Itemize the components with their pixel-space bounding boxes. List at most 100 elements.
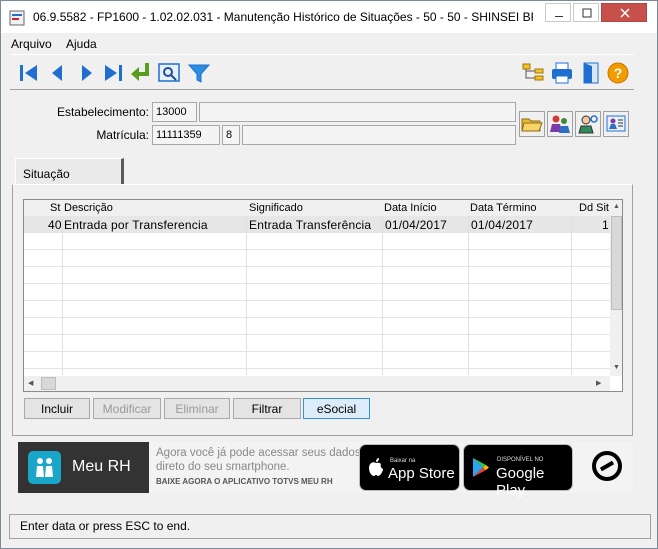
meu-rh-brand: Meu RH: [18, 442, 149, 493]
meu-rh-logo-icon: [28, 451, 61, 484]
scroll-left-icon[interactable]: ◀: [28, 379, 33, 387]
google-play-button[interactable]: DISPONÍVEL NO Google Play: [463, 444, 573, 499]
table-row[interactable]: [24, 301, 610, 318]
people-icon: [550, 115, 570, 133]
banner-line-3: BAIXE AGORA O APLICATIVO TOTVS MEU RH: [156, 477, 333, 486]
print-icon[interactable]: [549, 60, 575, 86]
situacao-grid[interactable]: St Descrição Significado Data Início Dat…: [23, 199, 623, 392]
tree-icon[interactable]: [520, 60, 546, 86]
filter-icon[interactable]: [186, 60, 212, 86]
apple-icon: [369, 458, 383, 476]
help-icon[interactable]: ?: [605, 60, 631, 86]
person-detail-icon: [606, 115, 626, 132]
incluir-button[interactable]: Incluir: [24, 398, 90, 419]
toolbar: ?: [10, 54, 634, 90]
matricula-name-field: [242, 125, 516, 145]
esocial-button[interactable]: eSocial: [303, 398, 370, 419]
table-row[interactable]: [24, 267, 610, 284]
modificar-button[interactable]: Modificar: [93, 398, 161, 419]
column-divider: [571, 216, 572, 375]
title-bar: 06.9.5582 - FP1600 - 1.02.02.031 - Manut…: [1, 1, 657, 33]
first-record-icon[interactable]: [16, 60, 42, 86]
table-row[interactable]: [24, 352, 610, 369]
vertical-scrollbar[interactable]: ▲ ▼: [610, 200, 622, 376]
estabelecimento-label: Estabelecimento:: [56, 105, 149, 119]
app-store-label: App Store: [388, 465, 455, 482]
close-icon: [620, 8, 630, 18]
return-icon[interactable]: [128, 60, 154, 86]
col-header-significado[interactable]: Significado: [249, 202, 303, 214]
google-play-icon: [473, 458, 489, 477]
google-play-label: Google Play: [496, 465, 545, 499]
estabelecimento-field[interactable]: 13000: [152, 102, 197, 122]
exit-icon[interactable]: [578, 60, 604, 86]
google-play-small-text: DISPONÍVEL NO: [497, 457, 544, 463]
search-icon[interactable]: [156, 60, 182, 86]
horizontal-scrollbar[interactable]: ◀ ▶: [24, 376, 610, 391]
app-store-button[interactable]: Baixar na App Store: [359, 444, 460, 491]
grid-header: St Descrição Significado Data Início Dat…: [24, 200, 622, 216]
cell-data-termino: 01/04/2017: [471, 218, 534, 232]
table-row[interactable]: [24, 233, 610, 250]
filtrar-button[interactable]: Filtrar: [233, 398, 301, 419]
matricula-label: Matrícula:: [96, 128, 149, 142]
window-title: 06.9.5582 - FP1600 - 1.02.02.031 - Manut…: [33, 10, 533, 24]
scroll-up-icon[interactable]: ▲: [613, 203, 620, 210]
status-bar: Enter data or press ESC to end.: [9, 514, 651, 539]
banner-line-2: direto do seu smartphone.: [156, 461, 290, 473]
menu-bar: Arquivo Ajuda: [9, 34, 649, 53]
table-row[interactable]: 40 Entrada por Transferencia Entrada Tra…: [24, 216, 610, 233]
scroll-down-icon[interactable]: ▼: [613, 364, 620, 371]
person-detail-button[interactable]: [603, 111, 629, 137]
horizontal-scroll-thumb[interactable]: [41, 377, 56, 390]
table-row[interactable]: [24, 318, 610, 335]
menu-arquivo[interactable]: Arquivo: [11, 37, 52, 51]
minimize-icon: [555, 16, 563, 17]
banner-line-1: Agora você já pode acessar seus dados: [156, 447, 361, 459]
column-divider: [246, 216, 247, 375]
col-header-st[interactable]: St: [50, 202, 60, 214]
maximize-icon: [582, 8, 592, 18]
person-search-icon: [578, 115, 598, 134]
table-row[interactable]: [24, 284, 610, 301]
meu-rh-banner[interactable]: Meu RH Agora você já pode acessar seus d…: [18, 442, 633, 499]
scroll-right-icon[interactable]: ▶: [596, 379, 601, 387]
people-button[interactable]: [547, 111, 573, 137]
app-icon: [9, 10, 25, 26]
meu-rh-label: Meu RH: [72, 458, 131, 475]
column-divider: [382, 216, 383, 375]
cell-st: 40: [48, 218, 62, 232]
column-divider: [468, 216, 469, 375]
cell-significado: Entrada Transferência: [249, 218, 372, 232]
col-header-data-inicio[interactable]: Data Início: [384, 202, 437, 214]
next-record-icon[interactable]: [74, 60, 100, 86]
svg-text:?: ?: [614, 65, 623, 81]
matricula-digit-field: 8: [222, 125, 240, 145]
cell-dd-sit: 1: [602, 218, 609, 232]
eliminar-button[interactable]: Eliminar: [164, 398, 230, 419]
col-header-descricao[interactable]: Descrição: [64, 202, 113, 214]
minimize-button[interactable]: [545, 3, 571, 22]
person-search-button[interactable]: [575, 111, 601, 137]
menu-ajuda[interactable]: Ajuda: [66, 37, 97, 51]
table-row[interactable]: [24, 335, 610, 352]
matricula-field[interactable]: 11111359: [152, 125, 220, 145]
open-folder-button[interactable]: [519, 111, 545, 137]
last-record-icon[interactable]: [100, 60, 126, 86]
previous-record-icon[interactable]: [44, 60, 70, 86]
col-header-dd-sit[interactable]: Dd Sit: [579, 202, 609, 214]
cell-data-inicio: 01/04/2017: [385, 218, 448, 232]
app-store-small-text: Baixar na: [390, 458, 416, 464]
application-window: 06.9.5582 - FP1600 - 1.02.02.031 - Manut…: [0, 0, 658, 549]
maximize-button[interactable]: [573, 3, 599, 22]
totvs-logo-icon: [592, 451, 622, 481]
estabelecimento-name-field: [199, 102, 516, 122]
column-divider: [62, 216, 63, 375]
close-button[interactable]: [601, 3, 647, 22]
tab-situacao[interactable]: Situação: [15, 158, 124, 185]
table-row[interactable]: [24, 250, 610, 267]
col-header-data-termino[interactable]: Data Término: [470, 202, 536, 214]
cell-descricao: Entrada por Transferencia: [64, 218, 208, 232]
vertical-scroll-thumb[interactable]: [611, 216, 622, 310]
folder-icon: [521, 118, 543, 132]
